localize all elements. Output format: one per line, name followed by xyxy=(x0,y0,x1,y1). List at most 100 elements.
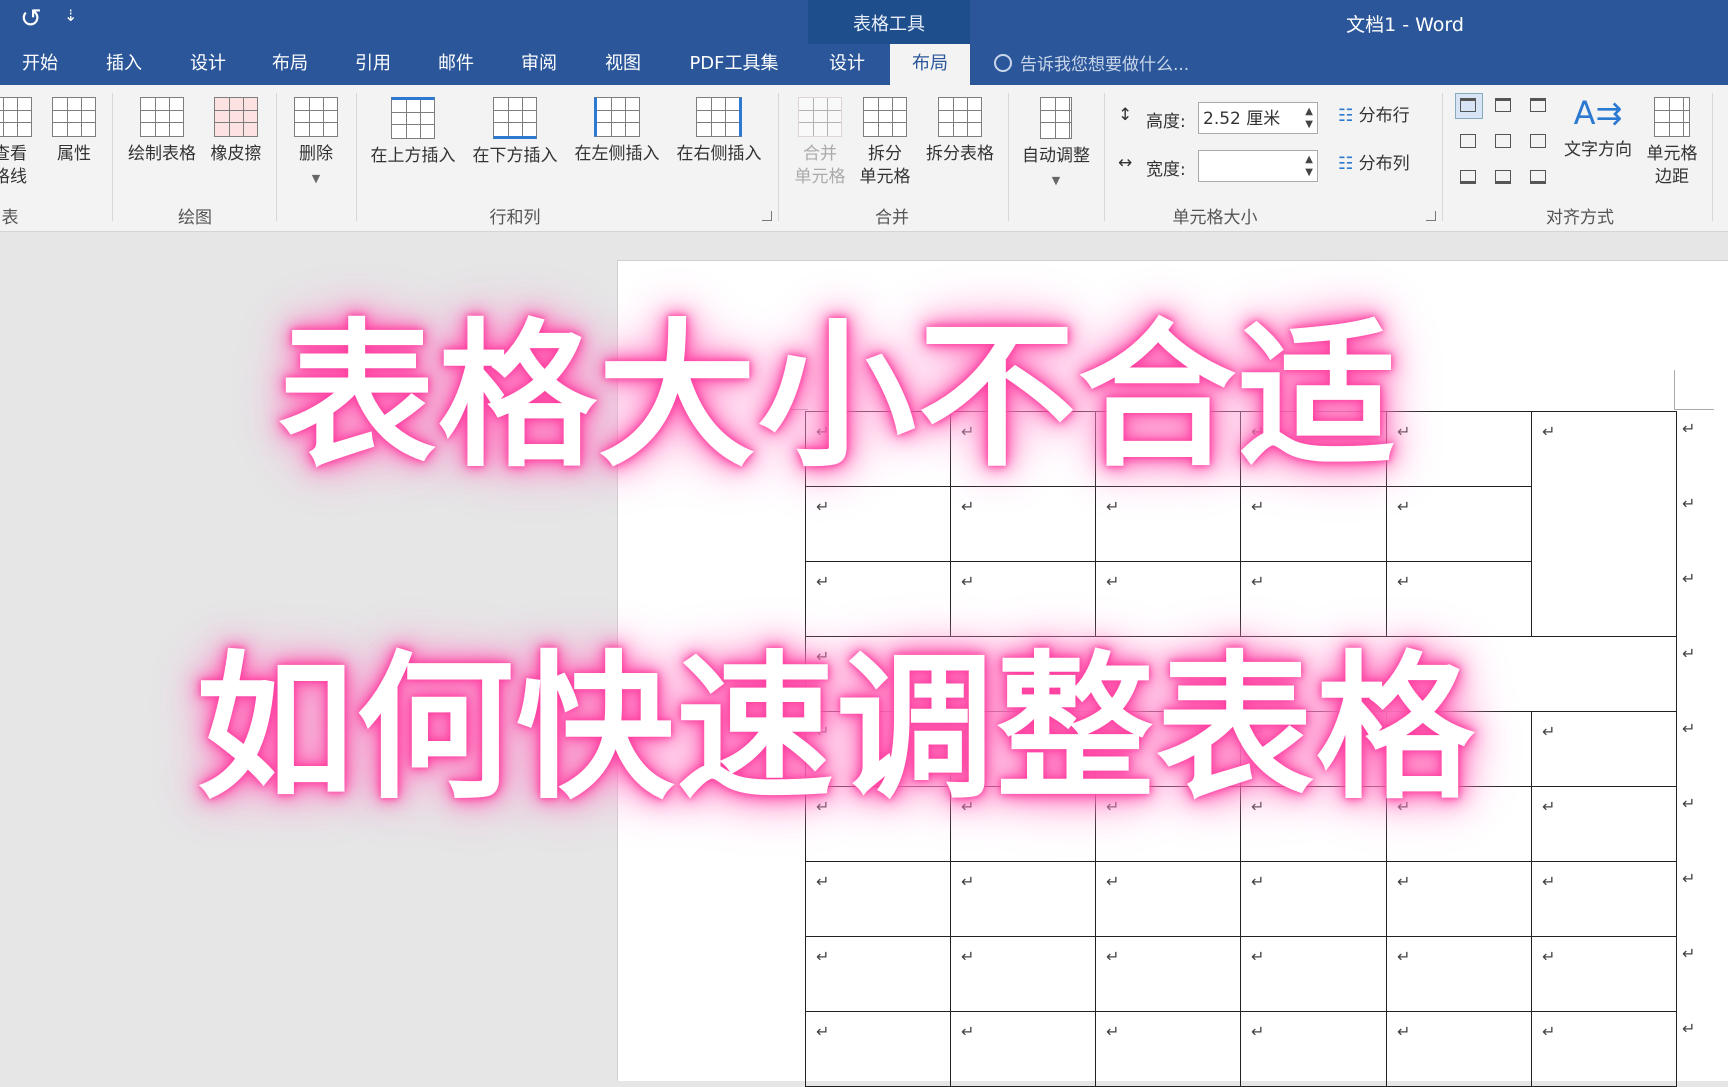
split-table-button[interactable]: 拆分表格 xyxy=(920,97,1000,166)
view-gridlines-button[interactable]: 查看 格线 xyxy=(0,97,38,189)
tab-pdf-tools[interactable]: PDF工具集 xyxy=(676,44,792,85)
table-cell[interactable]: ↵ xyxy=(1386,486,1532,562)
table-cell[interactable]: ↵ xyxy=(805,486,951,562)
group-divider xyxy=(276,93,277,221)
autofit-button[interactable]: 自动调整 ▼ xyxy=(1016,97,1096,192)
redo-icon[interactable]: ↺ xyxy=(20,4,42,34)
tell-me-search[interactable]: 告诉我您想要做什么... xyxy=(994,44,1189,85)
chevron-down-icon: ▼ xyxy=(311,172,321,185)
table-cell[interactable]: ↵ xyxy=(950,1011,1096,1087)
table-cell[interactable]: ↵ xyxy=(1240,1011,1387,1087)
width-input[interactable]: ▲ ▼ xyxy=(1198,150,1318,182)
distribute-rows-button[interactable]: ☷ 分布行 xyxy=(1338,105,1428,128)
align-middle-right-button[interactable] xyxy=(1525,129,1553,155)
table-cell[interactable]: ↵ xyxy=(950,486,1096,562)
customize-quick-access-icon[interactable]: ⇣ xyxy=(64,6,77,25)
spinner-arrows-icon[interactable]: ▲ ▼ xyxy=(1305,153,1313,179)
tab-insert[interactable]: 插入 xyxy=(84,44,164,85)
table-cell[interactable]: ↵ xyxy=(1240,936,1387,1012)
draw-table-button[interactable]: 绘制表格 xyxy=(122,97,202,166)
table-cell[interactable]: ↵ xyxy=(1386,411,1532,487)
split-cells-label-2: 单元格 xyxy=(859,167,911,187)
align-middle-center-button[interactable] xyxy=(1490,129,1518,155)
insert-above-icon xyxy=(391,97,435,139)
distribute-cols-button[interactable]: ☷ 分布列 xyxy=(1338,153,1428,176)
table-cell[interactable]: ↵ xyxy=(1095,861,1241,937)
tab-references[interactable]: 引用 xyxy=(333,44,413,85)
table-cell[interactable]: ↵ xyxy=(950,936,1096,1012)
insert-above-label: 在上方插入 xyxy=(370,146,456,166)
cell-margins-button[interactable]: 单元格 边距 xyxy=(1642,97,1702,189)
insert-right-button[interactable]: 在右侧插入 xyxy=(670,97,768,166)
text-direction-label: 文字方向 xyxy=(1564,140,1632,160)
table-cell[interactable]: ↵ xyxy=(1531,711,1677,787)
table-cell[interactable]: ↵ xyxy=(1386,861,1532,937)
table-cell[interactable]: ↵ xyxy=(1531,936,1677,1012)
table-cell[interactable]: ↵ xyxy=(805,861,951,937)
insert-below-icon xyxy=(493,97,537,139)
paragraph-mark: ↵ xyxy=(1106,497,1120,516)
tab-layout[interactable]: 布局 xyxy=(250,44,330,85)
table-cell[interactable]: ↵ xyxy=(1240,486,1387,562)
properties-button[interactable]: 属性 xyxy=(48,97,100,166)
paragraph-mark: ↵ xyxy=(1542,422,1556,441)
tab-review[interactable]: 审阅 xyxy=(499,44,579,85)
align-middle-left-button[interactable] xyxy=(1455,129,1483,155)
table-cell[interactable]: ↵ xyxy=(1240,861,1387,937)
text-direction-button[interactable]: A⇉ 文字方向 xyxy=(1558,93,1638,162)
table-cell[interactable]: ↵ xyxy=(1386,1011,1532,1087)
table-cell[interactable]: ↵ xyxy=(1531,1011,1677,1087)
merge-cells-button[interactable]: 合并 单元格 xyxy=(790,97,850,189)
delete-button[interactable]: 删除 ▼ xyxy=(288,97,344,190)
align-bottom-center-button[interactable] xyxy=(1490,165,1518,191)
autofit-icon xyxy=(1040,97,1072,139)
paragraph-mark: ↵ xyxy=(1397,422,1411,441)
paragraph-mark: ↵ xyxy=(1106,572,1120,591)
paragraph-mark: ↵ xyxy=(816,1022,830,1041)
cell-size-group-label: 单元格大小 xyxy=(1172,208,1258,228)
paragraph-mark: ↵ xyxy=(961,872,975,891)
paragraph-mark: ↵ xyxy=(961,1022,975,1041)
insert-above-button[interactable]: 在上方插入 xyxy=(364,97,462,168)
table-cell[interactable]: ↵ xyxy=(1095,1011,1241,1087)
distribute-rows-label: 分布行 xyxy=(1358,106,1410,126)
tab-table-layout[interactable]: 布局 xyxy=(890,44,970,85)
dialog-launcher-icon[interactable] xyxy=(1426,211,1436,221)
tab-table-design[interactable]: 设计 xyxy=(808,44,886,85)
align-bottom-left-button[interactable] xyxy=(1455,165,1483,191)
align-top-left-button[interactable] xyxy=(1455,93,1483,119)
height-input[interactable]: 2.52 厘米 ▲ ▼ xyxy=(1198,102,1318,134)
paragraph-mark: ↵ xyxy=(816,497,830,516)
table-cell[interactable]: ↵ xyxy=(805,936,951,1012)
table-cell[interactable]: ↵ xyxy=(1386,936,1532,1012)
table-cell[interactable]: ↵ xyxy=(1531,411,1677,637)
table-cell[interactable]: ↵ xyxy=(1531,861,1677,937)
paragraph-mark: ↵ xyxy=(816,872,830,891)
table-cell[interactable]: ↵ xyxy=(950,861,1096,937)
view-gridlines-label-2: 格线 xyxy=(0,167,27,187)
align-top-center-button[interactable] xyxy=(1490,93,1518,119)
table-cell[interactable]: ↵ xyxy=(805,1011,951,1087)
insert-left-button[interactable]: 在左侧插入 xyxy=(568,97,666,166)
table-cell[interactable]: ↵ xyxy=(1095,486,1241,562)
dialog-launcher-icon[interactable] xyxy=(762,211,772,221)
tab-view[interactable]: 视图 xyxy=(583,44,663,85)
align-top-right-button[interactable] xyxy=(1525,93,1553,119)
table-cell[interactable]: ↵ xyxy=(1531,786,1677,862)
align-bottom-right-button[interactable] xyxy=(1525,165,1553,191)
table-cell[interactable]: ↵ xyxy=(1095,936,1241,1012)
margin-corner-mark xyxy=(1674,409,1714,410)
document-title: 文档1 - Word xyxy=(1346,14,1464,36)
tab-home[interactable]: 开始 xyxy=(0,44,80,85)
split-cells-button[interactable]: 拆分 单元格 xyxy=(854,97,916,189)
tab-mailings[interactable]: 邮件 xyxy=(416,44,496,85)
spinner-arrows-icon[interactable]: ▲ ▼ xyxy=(1305,105,1313,131)
paragraph-mark: ↵ xyxy=(1542,722,1556,741)
merge-cells-label-1: 合并 xyxy=(803,144,837,164)
eraser-button[interactable]: 橡皮擦 xyxy=(206,97,266,166)
paragraph-mark: ↵ xyxy=(1251,1022,1265,1041)
paragraph-mark: ↵ xyxy=(1106,947,1120,966)
paragraph-mark: ↵ xyxy=(961,497,975,516)
tab-design[interactable]: 设计 xyxy=(168,44,248,85)
insert-below-button[interactable]: 在下方插入 xyxy=(466,97,564,168)
